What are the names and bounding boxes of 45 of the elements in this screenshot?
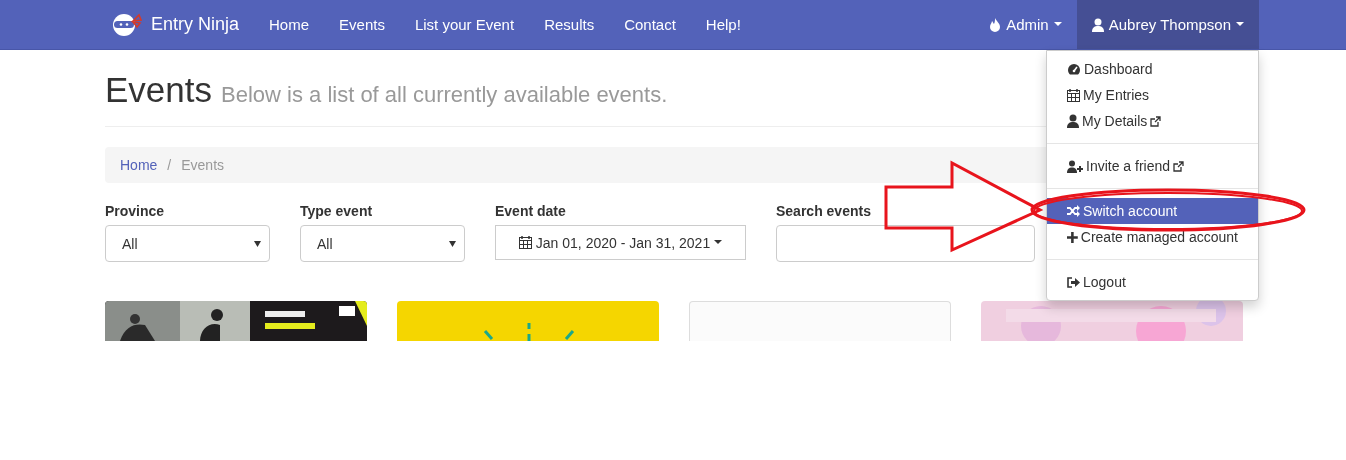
breadcrumb-separator: / xyxy=(167,157,172,173)
user-plus-icon xyxy=(1067,159,1083,173)
user-icon xyxy=(1091,17,1104,32)
caret-icon xyxy=(1236,22,1244,27)
breadcrumb-link[interactable]: Home xyxy=(120,157,158,173)
dropdown-arrow-icon xyxy=(449,240,456,247)
filter-label: Event date xyxy=(495,203,566,219)
caret-icon xyxy=(1053,22,1062,27)
select-field[interactable]: All xyxy=(105,225,270,262)
select-field[interactable]: All xyxy=(300,225,465,262)
menu-item[interactable]: Invite a friend xyxy=(1047,153,1258,179)
calendar-icon xyxy=(1067,88,1080,102)
nav-link[interactable]: Home xyxy=(254,0,325,49)
nav-dropdown[interactable]: Admin xyxy=(974,0,1077,49)
caret-icon xyxy=(714,240,723,245)
shuffle-icon xyxy=(1067,205,1080,217)
filter-label: Type event xyxy=(300,203,373,219)
date-range-button[interactable]: Jan 01, 2020 - Jan 31, 2021 xyxy=(495,225,746,260)
menu-item[interactable]: Dashboard xyxy=(1047,56,1258,82)
page-subtitle: Below is a list of all currently available events. xyxy=(221,82,668,108)
gauge-icon xyxy=(1067,63,1081,75)
brand-link[interactable]: Entry Ninja xyxy=(105,0,255,49)
menu-item[interactable]: Switch account xyxy=(1047,198,1258,224)
nav-link[interactable]: Results xyxy=(529,0,610,49)
nav-link[interactable]: Help! xyxy=(690,0,756,49)
user-icon xyxy=(1067,114,1079,128)
nav-dropdown[interactable]: Aubrey Thompson xyxy=(1076,0,1259,49)
nav-link[interactable]: List your Event xyxy=(399,0,530,49)
dropdown-arrow-icon xyxy=(254,240,261,247)
logout-icon xyxy=(1067,276,1080,288)
nav-link[interactable]: Contact xyxy=(609,0,691,49)
search-field[interactable] xyxy=(776,225,1035,262)
flame-icon xyxy=(989,17,1002,32)
plus-icon xyxy=(1067,231,1078,243)
nav-link[interactable]: Events xyxy=(324,0,400,49)
page-title: Events xyxy=(105,70,212,110)
menu-item[interactable]: My Details xyxy=(1047,108,1258,134)
menu-item[interactable]: Create managed account xyxy=(1047,224,1258,250)
filter-label: Search events xyxy=(776,203,871,219)
menu-item[interactable]: My Entries xyxy=(1047,82,1258,108)
filter-label: Province xyxy=(105,203,165,219)
breadcrumb-current: Events xyxy=(181,157,225,173)
menu-item[interactable]: Logout xyxy=(1047,269,1258,295)
calendar-icon xyxy=(518,236,532,249)
ninja-logo-icon xyxy=(112,12,142,37)
